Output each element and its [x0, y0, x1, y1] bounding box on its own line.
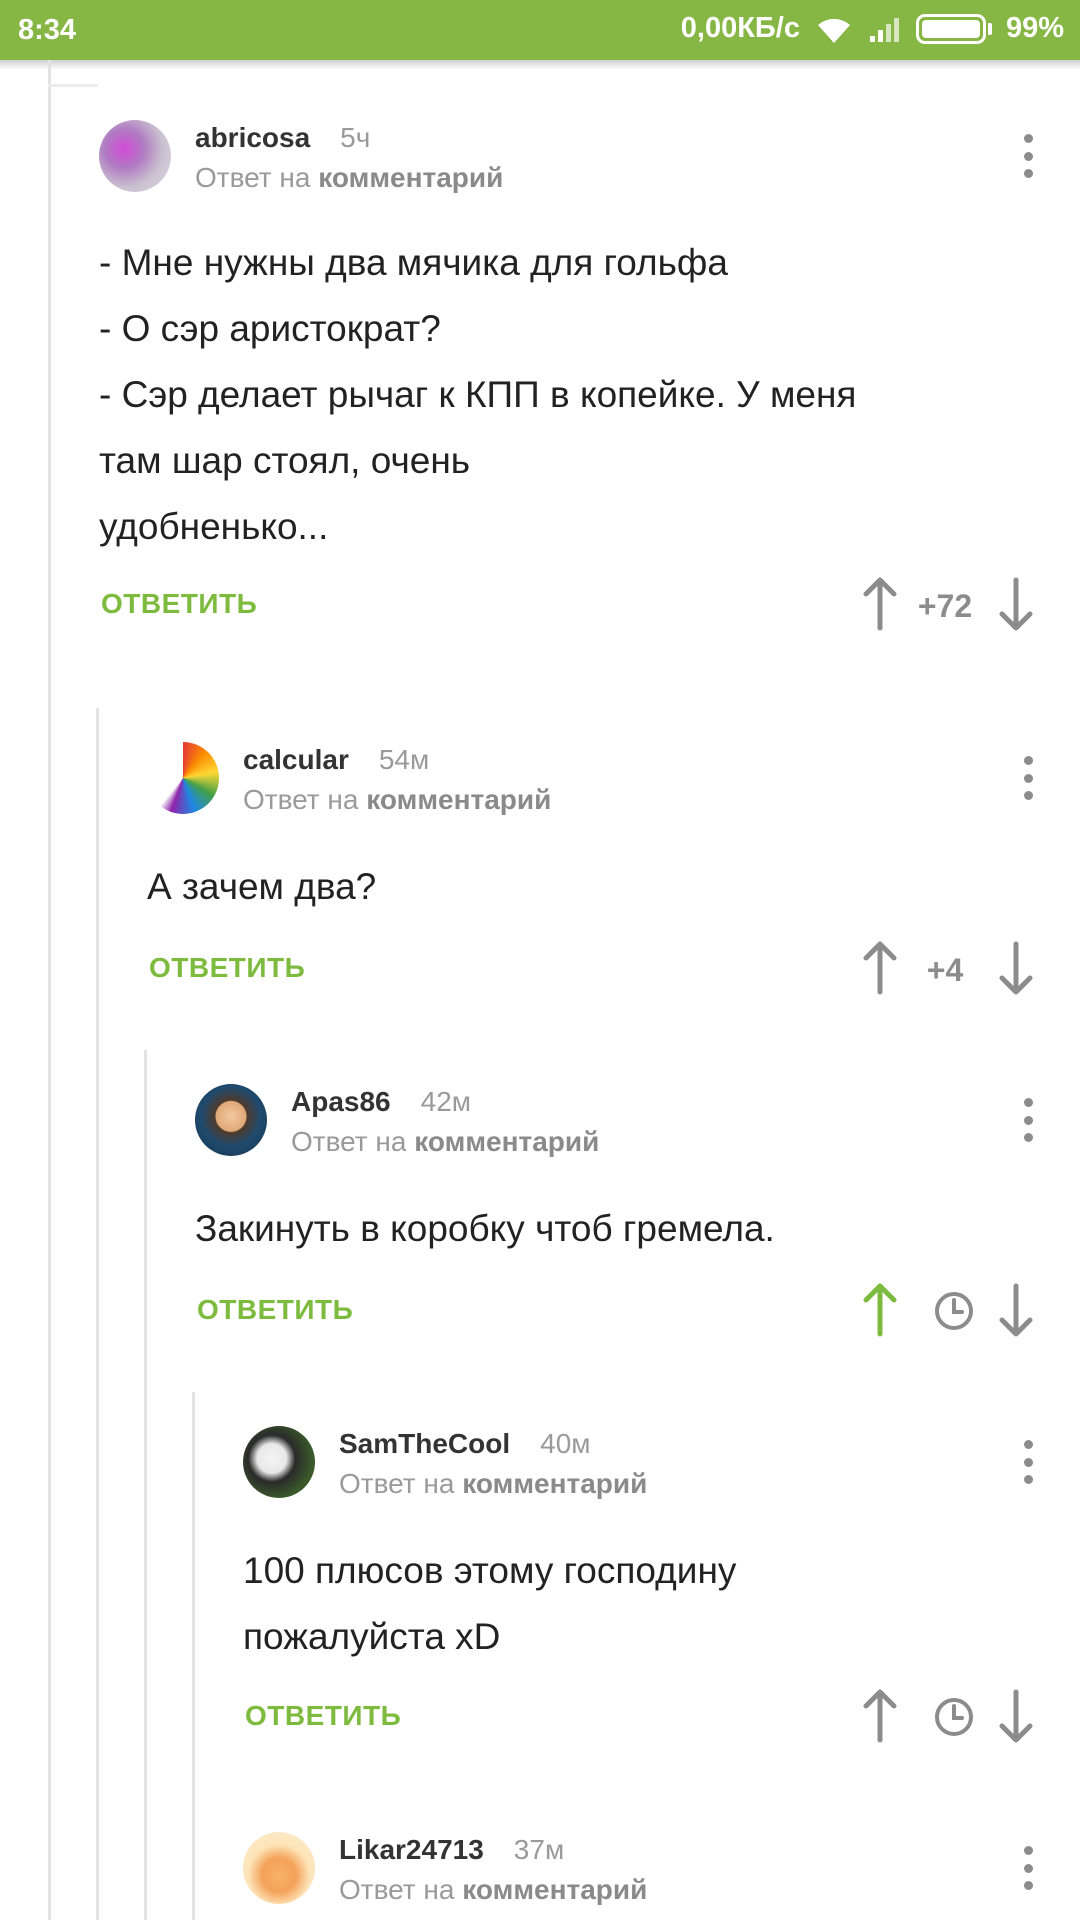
more-menu-icon[interactable]	[1022, 1440, 1034, 1484]
upvote-arrow-icon[interactable]	[860, 1688, 900, 1744]
reply-to: Ответ на комментарий	[243, 784, 551, 816]
reply-to-prefix: Ответ на	[291, 1126, 407, 1157]
reply-to: Ответ на комментарий	[195, 162, 503, 194]
comment-header: Apas86 42м Ответ на комментарий	[195, 1084, 1080, 1174]
reply-to: Ответ на комментарий	[291, 1126, 599, 1158]
more-menu-icon[interactable]	[1022, 1846, 1034, 1890]
reply-to-prefix: Ответ на	[339, 1874, 455, 1905]
comment: Apas86 42м Ответ на комментарий Закинуть …	[195, 1084, 1080, 1342]
reply-to-link[interactable]: комментарий	[318, 162, 503, 193]
clock-icon	[935, 1292, 973, 1330]
comment-actions: ОТВЕТИТЬ +4	[147, 940, 1080, 1000]
reply-to-prefix: Ответ на	[195, 162, 311, 193]
reply-button[interactable]: ОТВЕТИТЬ	[101, 588, 257, 620]
upvote-arrow-icon-active[interactable]	[860, 1282, 900, 1338]
reply-to-prefix: Ответ на	[339, 1468, 455, 1499]
downvote-arrow-icon[interactable]	[996, 1282, 1036, 1338]
avatar[interactable]	[243, 1426, 315, 1498]
reply-to: Ответ на комментарий	[339, 1468, 647, 1500]
username[interactable]: Apas86 42м	[291, 1086, 471, 1118]
more-menu-icon[interactable]	[1022, 1098, 1034, 1142]
comment-header: abricosa 5ч Ответ на комментарий	[99, 120, 1080, 210]
thread-line-1	[96, 708, 99, 1920]
comment: calcular 54м Ответ на комментарий А зачем…	[147, 742, 1080, 1000]
clock-icon	[935, 1698, 973, 1736]
username-text[interactable]: Apas86	[291, 1086, 391, 1117]
status-bar: 8:34 0,00КБ/с 99%	[0, 0, 1080, 60]
avatar[interactable]	[243, 1832, 315, 1904]
username-text[interactable]: calcular	[243, 744, 349, 775]
comment: Likar24713 37м Ответ на комментарий	[243, 1832, 1080, 1920]
reply-button[interactable]: ОТВЕТИТЬ	[245, 1700, 401, 1732]
network-speed: 0,00КБ/с	[680, 12, 800, 44]
downvote-arrow-icon[interactable]	[996, 940, 1036, 996]
comment-line: - Сэр делает рычаг к КПП в копейке. У ме…	[99, 374, 857, 415]
reply-to-link[interactable]: комментарий	[462, 1468, 647, 1499]
thread-line-0-tick	[48, 84, 98, 87]
username[interactable]: abricosa 5ч	[195, 122, 370, 154]
reply-to: Ответ на комментарий	[339, 1874, 647, 1906]
comment-line: 100 плюсов этому господину	[243, 1550, 737, 1591]
comment-line: А зачем два?	[147, 866, 377, 907]
comment-actions: ОТВЕТИТЬ	[243, 1688, 1080, 1748]
toolbar-shadow	[0, 60, 1080, 70]
comment-actions: ОТВЕТИТЬ	[195, 1282, 1080, 1342]
rating-value: +72	[917, 588, 973, 624]
comment-time: 37м	[513, 1834, 565, 1865]
comment-actions: ОТВЕТИТЬ +72	[99, 576, 1080, 636]
signal-icon	[869, 17, 899, 42]
avatar[interactable]	[195, 1084, 267, 1156]
comment-time: 42м	[420, 1086, 472, 1117]
thread-line-0	[48, 60, 51, 1920]
avatar[interactable]	[99, 120, 171, 192]
thread-line-2	[144, 1050, 147, 1920]
avatar[interactable]	[147, 742, 219, 814]
comment-header: SamTheCool 40м Ответ на комментарий	[243, 1426, 1080, 1516]
comment-body: - Мне нужны два мячика для гольфа - О сэ…	[99, 230, 1059, 560]
downvote-arrow-icon[interactable]	[996, 576, 1036, 632]
comment: SamTheCool 40м Ответ на комментарий 100 п…	[243, 1426, 1080, 1748]
username[interactable]: Likar24713 37м	[339, 1834, 564, 1866]
wifi-icon	[817, 18, 850, 43]
comment: abricosa 5ч Ответ на комментарий - Мне ну…	[99, 120, 1080, 636]
battery-tip	[987, 22, 992, 35]
username[interactable]: SamTheCool 40м	[339, 1428, 591, 1460]
username-text[interactable]: Likar24713	[339, 1834, 484, 1865]
comment-line: Закинуть в коробку чтоб гремела.	[195, 1208, 775, 1249]
comment-line: пожалуйста xD	[243, 1616, 501, 1657]
reply-to-link[interactable]: комментарий	[366, 784, 551, 815]
comment-line: - О сэр аристократ?	[99, 308, 441, 349]
status-right: 0,00КБ/с 99%	[681, 12, 1064, 45]
username[interactable]: calcular 54м	[243, 744, 429, 776]
username-text[interactable]: SamTheCool	[339, 1428, 510, 1459]
reply-to-link[interactable]: комментарий	[462, 1874, 647, 1905]
comment-body: 100 плюсов этому господину пожалуйста xD	[243, 1538, 1063, 1670]
comment-time: 40м	[540, 1428, 591, 1459]
comment-time: 5ч	[340, 122, 371, 153]
rating-value: +4	[926, 952, 964, 988]
comment-header: Likar24713 37м Ответ на комментарий	[243, 1832, 1080, 1920]
comment-line: удобненько...	[99, 506, 329, 547]
more-menu-icon[interactable]	[1022, 134, 1034, 178]
comment-body: Закинуть в коробку чтоб гремела.	[195, 1196, 1055, 1262]
reply-button[interactable]: ОТВЕТИТЬ	[149, 952, 305, 984]
battery-icon	[915, 13, 986, 44]
thread-line-3	[192, 1392, 195, 1920]
downvote-arrow-icon[interactable]	[996, 1688, 1036, 1744]
comment-line: там шар стоял, очень	[99, 440, 471, 481]
comment-body: А зачем два?	[147, 854, 1047, 920]
reply-to-prefix: Ответ на	[243, 784, 359, 815]
battery-percent: 99%	[1005, 12, 1064, 44]
comment-line: - Мне нужны два мячика для гольфа	[99, 242, 728, 283]
more-menu-icon[interactable]	[1022, 756, 1034, 800]
reply-to-link[interactable]: комментарий	[414, 1126, 599, 1157]
status-time: 8:34	[18, 14, 77, 46]
reply-button[interactable]: ОТВЕТИТЬ	[197, 1294, 353, 1326]
comment-time: 54м	[378, 744, 430, 775]
comment-header: calcular 54м Ответ на комментарий	[147, 742, 1080, 832]
username-text[interactable]: abricosa	[195, 122, 310, 153]
